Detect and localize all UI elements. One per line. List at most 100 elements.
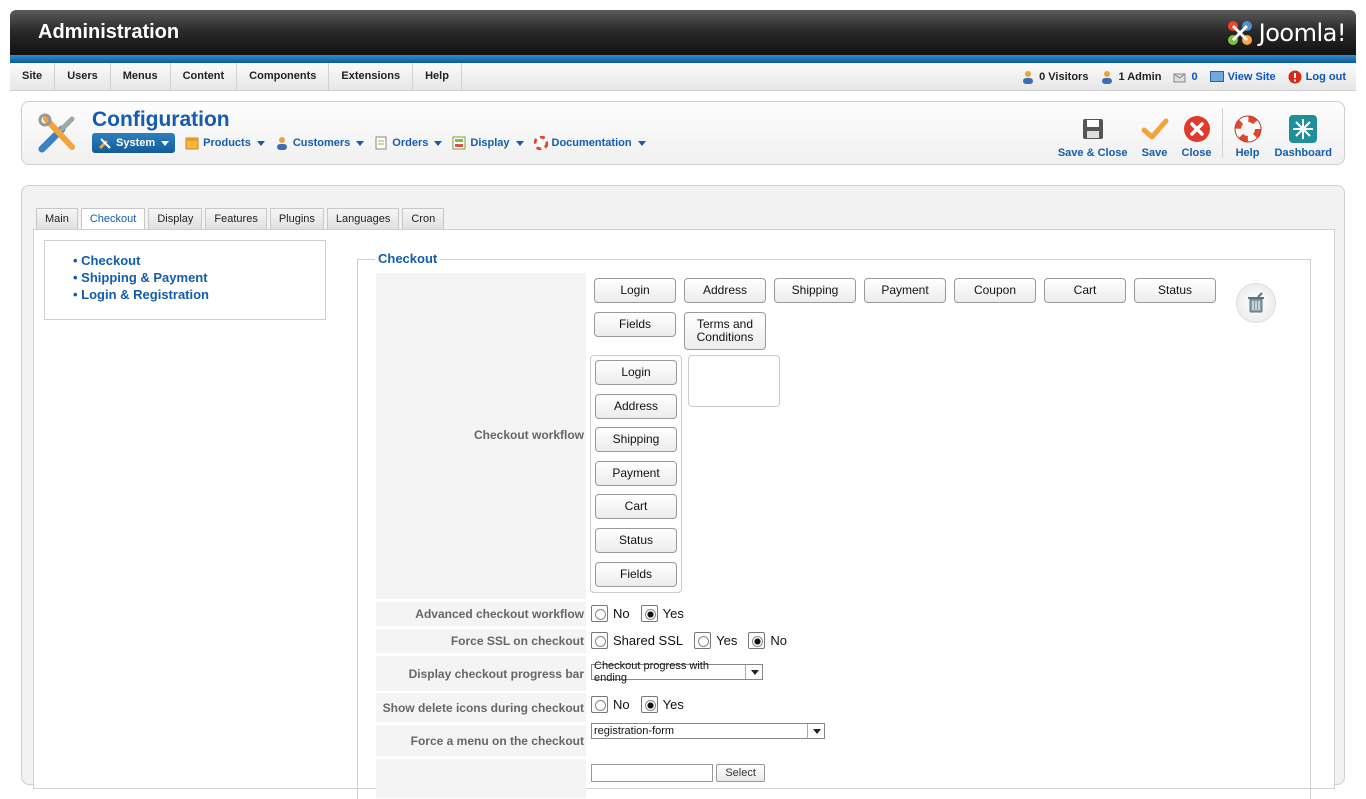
admins-count: 1 Admin [1118, 71, 1162, 83]
submenu-orders[interactable]: Orders [374, 136, 443, 150]
lifebuoy-icon [533, 136, 548, 150]
save-close-button[interactable]: Save & Close [1052, 108, 1134, 159]
workflow-available-coupon[interactable]: Coupon [954, 278, 1036, 303]
next-row-field: Select [591, 764, 765, 782]
force-menu-select[interactable]: registration-form [591, 723, 825, 739]
section-link-shipping-payment[interactable]: Shipping & Payment [73, 270, 325, 285]
section-link-checkout[interactable]: Checkout [73, 253, 325, 268]
workflow-step-cart[interactable]: Cart [595, 494, 677, 519]
submenu-display[interactable]: Display [452, 136, 524, 150]
view-site-icon [1209, 71, 1224, 82]
delete-icons-no-radio[interactable] [591, 696, 608, 713]
submenu-display-label: Display [470, 137, 510, 149]
page-title: Configuration [92, 108, 230, 131]
tab-plugins[interactable]: Plugins [269, 208, 324, 229]
trash-drop-zone[interactable] [1236, 283, 1276, 323]
logout-icon [1288, 70, 1302, 84]
tab-display[interactable]: Display [148, 208, 203, 229]
menu-help[interactable]: Help [413, 63, 462, 90]
workflow-available-fields[interactable]: Fields [594, 312, 676, 337]
workflow-step-address[interactable]: Address [595, 394, 677, 419]
force-ssl-radios: Shared SSL Yes No [591, 632, 793, 649]
delete-icons-yes-radio[interactable] [640, 696, 658, 713]
system-tools-icon [98, 138, 111, 150]
menu-users[interactable]: Users [55, 63, 111, 90]
workflow-step-status[interactable]: Status [595, 528, 677, 553]
tab-checkout[interactable]: Checkout [80, 208, 146, 230]
menu-site[interactable]: Site [10, 63, 56, 90]
chevron-down-icon [356, 140, 365, 146]
dashboard-icon [1289, 115, 1318, 143]
submenu-customers[interactable]: Customers [275, 136, 365, 150]
workflow-available-shipping[interactable]: Shipping [774, 278, 856, 303]
tab-main[interactable]: Main [36, 208, 78, 229]
view-site-link[interactable]: View Site [1209, 71, 1276, 83]
force-menu-label: Force a menu on the checkout [376, 725, 586, 757]
advanced-no-radio[interactable] [591, 605, 608, 622]
tab-languages[interactable]: Languages [326, 208, 400, 229]
menu-content[interactable]: Content [171, 63, 238, 90]
close-button[interactable]: Close [1176, 108, 1218, 159]
tab-content: Checkout Shipping & Payment Login & Regi… [33, 229, 1335, 799]
admin-user-icon [1102, 71, 1113, 84]
menu-components[interactable]: Components [237, 63, 330, 90]
workflow-editor: Login Address Shipping Payment Coupon Ca… [590, 273, 1291, 600]
progress-bar-label: Display checkout progress bar [376, 656, 586, 692]
workflow-available-cart[interactable]: Cart [1044, 278, 1126, 303]
logout-link[interactable]: Log out [1288, 70, 1346, 84]
customers-icon [276, 137, 287, 150]
workflow-available-terms[interactable]: Terms and Conditions [684, 312, 766, 350]
messages-status[interactable]: 0 [1173, 70, 1198, 84]
chevron-down-icon [813, 728, 821, 734]
help-button[interactable]: Help [1227, 108, 1269, 159]
workflow-available-address[interactable]: Address [684, 278, 766, 303]
messages-count: 0 [1191, 71, 1198, 83]
chevron-down-icon [637, 140, 646, 146]
submenu-products[interactable]: Products [185, 136, 265, 150]
header-accent-bar [10, 55, 1356, 63]
delete-icons-radios: No Yes [591, 696, 690, 713]
workflow-drop-column[interactable] [688, 355, 780, 407]
advanced-no-label: No [613, 606, 630, 621]
next-row-input[interactable] [591, 764, 713, 782]
products-icon [185, 137, 199, 150]
close-icon [1183, 116, 1210, 142]
tab-features[interactable]: Features [205, 208, 267, 229]
ssl-yes-label: Yes [716, 633, 738, 648]
ssl-shared-label: Shared SSL [613, 633, 684, 648]
messages-icon [1173, 73, 1186, 83]
component-submenu: System Products Customers Orders Display… [92, 133, 646, 153]
menu-extensions[interactable]: Extensions [329, 63, 414, 90]
logout-label: Log out [1305, 71, 1346, 83]
menu-menus[interactable]: Menus [111, 63, 171, 90]
visitors-status: 0 Visitors [1021, 70, 1088, 84]
workflow-available-login[interactable]: Login [594, 278, 676, 303]
select-button[interactable]: Select [716, 764, 765, 782]
dashboard-button[interactable]: Dashboard [1269, 108, 1338, 159]
ssl-shared-radio[interactable] [591, 632, 608, 649]
submenu-documentation[interactable]: Documentation [533, 136, 646, 150]
toolbar-buttons: Save & Close Save Close Help Dashboard [1052, 108, 1338, 160]
joomla-logo-icon [1227, 21, 1252, 45]
ssl-yes-radio[interactable] [694, 632, 712, 649]
workflow-step-fields[interactable]: Fields [595, 562, 677, 587]
ssl-no-radio[interactable] [748, 632, 766, 649]
section-link-login-registration[interactable]: Login & Registration [73, 287, 325, 302]
workflow-available-status[interactable]: Status [1134, 278, 1216, 303]
advanced-yes-radio[interactable] [640, 605, 658, 622]
config-tabs: Main Checkout Display Features Plugins L… [36, 208, 445, 230]
save-label: Save [1141, 147, 1168, 159]
workflow-step-payment[interactable]: Payment [595, 461, 677, 486]
tab-cron[interactable]: Cron [402, 208, 445, 229]
workflow-step-shipping[interactable]: Shipping [595, 427, 677, 452]
submenu-system[interactable]: System [92, 133, 176, 153]
workflow-step-login[interactable]: Login [595, 360, 677, 385]
next-row-label [376, 759, 586, 799]
progress-bar-select[interactable]: Checkout progress with ending [591, 660, 763, 684]
workflow-available-payment[interactable]: Payment [864, 278, 946, 303]
advanced-yes-label: Yes [662, 606, 684, 621]
joomla-brand-text: Joomla! [1258, 19, 1347, 47]
save-button[interactable]: Save [1134, 108, 1176, 159]
display-icon [452, 136, 466, 150]
delete-icons-yes-label: Yes [662, 697, 684, 712]
